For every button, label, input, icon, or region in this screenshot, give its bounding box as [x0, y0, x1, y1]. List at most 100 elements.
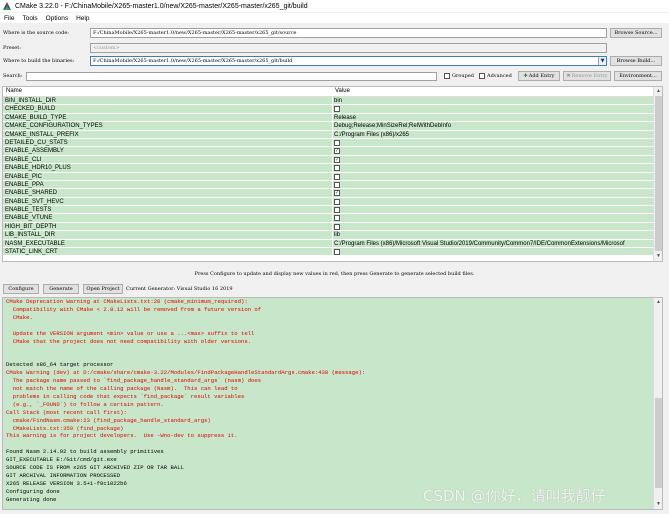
row-name: HIGH_BIT_DEPTH — [5, 223, 57, 230]
browse-source-button[interactable]: Browse Source... — [610, 28, 662, 38]
source-path-input[interactable]: F:/ChinaMobile/X265-master1.0/new/X265-m… — [90, 28, 607, 38]
table-row[interactable]: ENABLE_SHARED ✓ — [3, 189, 654, 198]
menu-options[interactable]: Options — [46, 15, 68, 22]
browse-build-button[interactable]: Browse Build... — [610, 56, 662, 66]
log-scrollbar[interactable]: ▲ ▼ — [653, 298, 662, 509]
table-row[interactable]: DETAILED_CU_STATS — [3, 138, 654, 148]
open-project-button[interactable]: Open Project — [83, 284, 123, 294]
menu-help[interactable]: Help — [76, 15, 89, 22]
row-name: CHECKED_BUILD — [5, 106, 56, 113]
row-value-checkbox[interactable]: ✓ — [334, 190, 340, 197]
row-name: ENABLE_CLI — [5, 156, 42, 163]
output-log[interactable]: CMake Deprecation Warning at CMakeLists.… — [2, 297, 663, 510]
row-value[interactable]: bin — [334, 97, 342, 105]
log-scroll-thumb[interactable] — [655, 398, 662, 488]
menu-tools[interactable]: Tools — [22, 15, 37, 22]
row-value-checkbox[interactable] — [334, 173, 340, 180]
name-column-header[interactable]: Name — [6, 88, 22, 94]
row-value[interactable]: Debug;Release;MinSizeRel;RelWithDebInfo — [334, 122, 451, 130]
row-value-checkbox[interactable] — [334, 198, 340, 205]
table-row[interactable]: ENABLE_SVT_HEVC — [3, 197, 654, 207]
log-line: Compatibility with CMake < 2.8.12 will b… — [6, 305, 262, 313]
title-bar: CMake 3.22.0 - F:/ChinaMobile/X265-maste… — [0, 0, 669, 12]
table-row[interactable]: LIB_INSTALL_DIR lib — [3, 231, 654, 240]
row-value-checkbox[interactable]: ✓ — [334, 148, 340, 155]
row-value-checkbox[interactable] — [334, 223, 340, 230]
remove-icon: ✖ — [566, 73, 571, 79]
advanced-label: Advanced — [487, 73, 512, 79]
log-scroll-down-icon[interactable]: ▼ — [655, 501, 662, 508]
row-value-checkbox[interactable] — [334, 249, 340, 256]
row-value-checkbox[interactable] — [334, 165, 340, 172]
advanced-checkbox-box[interactable] — [479, 73, 485, 79]
table-row[interactable]: CMAKE_BUILD_TYPE Release — [3, 113, 654, 123]
log-scroll-up-icon[interactable]: ▲ — [655, 299, 662, 306]
row-value-checkbox[interactable]: ✓ — [334, 156, 340, 163]
log-line: Update the VERSION argument <min> value … — [6, 329, 255, 337]
table-row[interactable]: ENABLE_CLI ✓ — [3, 155, 654, 165]
configure-button[interactable]: Configure — [3, 284, 39, 294]
log-line: Found Nasm 2.14.02 to build assembly pri… — [6, 448, 164, 456]
remove-entry-button[interactable]: ✖ Remove Entry — [563, 71, 611, 81]
log-line: (e.g., `_FOUND`) to follow a certain pat… — [6, 400, 164, 408]
binaries-path-value: F:/ChinaMobile/X265-master1.0/new/X265-m… — [93, 58, 293, 64]
row-value-checkbox[interactable] — [334, 139, 340, 146]
generate-button[interactable]: Generate — [43, 284, 79, 294]
table-row[interactable]: ENABLE_TESTS — [3, 206, 654, 215]
table-row[interactable]: NASM_EXECUTABLE C:/Program Files (x86)/Mi… — [3, 239, 654, 249]
table-row[interactable]: HIGH_BIT_DEPTH — [3, 222, 654, 232]
scroll-down-icon[interactable]: ▼ — [655, 253, 662, 260]
menu-file[interactable]: File — [4, 15, 14, 22]
column-divider — [332, 248, 333, 256]
row-value-checkbox[interactable] — [334, 207, 340, 214]
table-row[interactable]: ENABLE_PIC — [3, 172, 654, 181]
advanced-checkbox[interactable]: Advanced — [479, 73, 512, 79]
grouped-checkbox[interactable]: Grouped — [444, 73, 474, 79]
table-row[interactable]: CMAKE_CONFIGURATION_TYPES Debug;Release;M… — [3, 122, 654, 131]
table-row[interactable]: STATIC_LINK_CRT — [3, 248, 654, 257]
grouped-label: Grouped — [452, 73, 474, 79]
row-value-checkbox[interactable] — [334, 215, 340, 222]
log-line: CMake. — [6, 313, 33, 321]
log-line: cmake/FindNasm.cmake:23 (find_package_ha… — [6, 416, 211, 424]
column-divider — [332, 130, 333, 138]
chevron-down-icon[interactable]: ▼ — [598, 57, 606, 65]
table-scrollbar[interactable]: ▲ ▼ — [653, 87, 662, 261]
row-value[interactable]: Release — [334, 114, 356, 122]
log-line: CMake Deprecation Warning at CMakeLists.… — [6, 298, 248, 305]
action-bar: Configure Generate Open Project Current … — [0, 284, 669, 295]
row-value[interactable]: lib — [334, 231, 340, 239]
row-name: ENABLE_TESTS — [5, 207, 52, 214]
column-divider — [332, 189, 333, 197]
table-row[interactable]: ENABLE_ASSEMBLY ✓ — [3, 147, 654, 156]
row-name: ENABLE_PIC — [5, 173, 43, 180]
table-row[interactable]: ENABLE_HDR10_PLUS — [3, 164, 654, 173]
grouped-checkbox-box[interactable] — [444, 73, 450, 79]
preset-select[interactable]: <custom> — [90, 43, 607, 53]
row-value[interactable]: C:/Program Files (x86)/Microsoft Visual … — [334, 240, 625, 248]
row-value-checkbox[interactable] — [334, 106, 340, 113]
environment-button[interactable]: Environment... — [614, 71, 662, 81]
value-column-header[interactable]: Value — [335, 88, 350, 94]
table-row[interactable]: ENABLE_PPA — [3, 180, 654, 190]
table-row[interactable]: CMAKE_INSTALL_PREFIX C:/Program Files (x8… — [3, 130, 654, 139]
column-divider — [332, 222, 333, 231]
column-divider — [332, 113, 333, 122]
column-divider — [332, 138, 333, 147]
output-log-text: CMake Deprecation Warning at CMakeLists.… — [6, 298, 365, 504]
log-line: Configuring done — [6, 487, 60, 495]
add-entry-button[interactable]: ✚ Add Entry — [518, 71, 560, 81]
preset-row: Preset: <custom> — [0, 42, 669, 54]
table-row[interactable]: ENABLE_VTUNE — [3, 214, 654, 223]
row-name: CMAKE_CONFIGURATION_TYPES — [5, 123, 103, 130]
scroll-up-icon[interactable]: ▲ — [655, 88, 662, 95]
table-row[interactable]: BIN_INSTALL_DIR bin — [3, 97, 654, 106]
cache-table: Name Value BIN_INSTALL_DIR bin CHECKED_BUI… — [2, 86, 663, 262]
current-generator: Current Generator: Visual Studio 16 2019 — [126, 286, 233, 292]
search-input[interactable] — [26, 71, 437, 81]
table-row[interactable]: CHECKED_BUILD — [3, 105, 654, 114]
row-value[interactable]: C:/Program Files (x86)/x265 — [334, 131, 409, 139]
row-value-checkbox[interactable] — [334, 181, 340, 188]
binaries-path-combo[interactable]: F:/ChinaMobile/X265-master1.0/new/X265-m… — [90, 56, 607, 66]
scroll-thumb[interactable] — [655, 96, 662, 251]
